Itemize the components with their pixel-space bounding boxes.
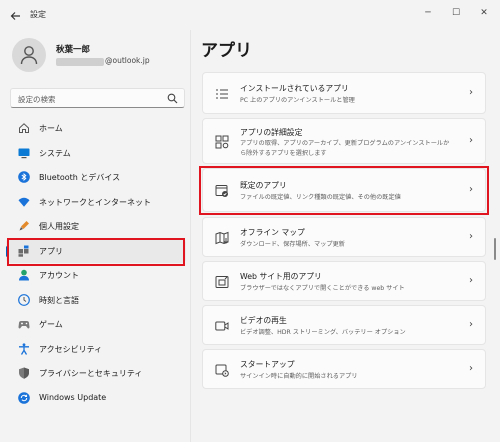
sidebar-item-accessibility[interactable]: アクセシビリティ — [6, 337, 186, 362]
card-title: ビデオの再生 — [240, 316, 287, 325]
search-box[interactable]: 設定の検索 — [10, 88, 185, 108]
close-button[interactable]: ✕ — [471, 4, 497, 22]
sidebar-item-personalization[interactable]: 個人用設定 — [6, 214, 186, 239]
sidebar-item-windows-update[interactable]: Windows Update — [6, 386, 186, 411]
search-input[interactable]: 設定の検索 — [18, 94, 56, 105]
card-subtitle: サインイン時に自動的に開始されるアプリ — [240, 373, 358, 380]
bluetooth-icon — [18, 171, 30, 183]
sidebar-item-network[interactable]: ネットワークとインターネット — [6, 190, 186, 215]
home-icon — [19, 123, 29, 133]
card-title: Web サイト用のアプリ — [240, 272, 322, 281]
chevron-right-icon: › — [469, 275, 473, 286]
highlight-frame-default-apps — [199, 166, 489, 215]
card-web-apps[interactable]: Web サイト用のアプリ ブラウザーではなくアプリで開くことができる web サ… — [202, 261, 486, 301]
window-title: 設定 — [30, 10, 46, 19]
chevron-right-icon: › — [469, 231, 473, 242]
card-subtitle: ビデオ調整、HDR ストリーミング、バッテリー オプション — [240, 329, 406, 336]
chevron-right-icon: › — [469, 135, 473, 146]
card-subtitle: ダウンロード、保存場所、マップ更新 — [240, 241, 345, 248]
card-title: アプリの詳細設定 — [240, 128, 303, 137]
personalization-icon — [19, 221, 29, 231]
sidebar-item-label: プライバシーとセキュリティ — [39, 369, 143, 378]
card-startup[interactable]: スタートアップ サインイン時に自動的に開始されるアプリ › — [202, 349, 486, 389]
sidebar-item-label: Bluetooth とデバイス — [39, 173, 121, 182]
startup-icon — [215, 364, 229, 377]
avatar — [12, 38, 46, 72]
chevron-right-icon: › — [469, 87, 473, 98]
back-arrow-icon[interactable] — [10, 10, 22, 22]
gaming-icon — [18, 321, 30, 329]
web-apps-icon — [215, 276, 229, 288]
privacy-icon — [19, 367, 29, 379]
card-subtitle: アプリの取得、アプリのアーカイブ、更新プログラムのアンインストールから除外するア… — [240, 140, 450, 157]
card-advanced-apps[interactable]: アプリの詳細設定 アプリの取得、アプリのアーカイブ、更新プログラムのアンインスト… — [202, 118, 486, 164]
time-language-icon — [18, 293, 30, 306]
card-offline-maps[interactable]: オフライン マップ ダウンロード、保存場所、マップ更新 › — [202, 217, 486, 257]
sidebar-item-label: アクセシビリティ — [39, 344, 103, 354]
scrollbar[interactable] — [494, 238, 496, 260]
video-playback-icon — [215, 321, 229, 331]
minimize-button[interactable]: ─ — [415, 4, 441, 22]
sidebar-item-label: アカウント — [39, 271, 79, 280]
user-icon — [20, 46, 38, 65]
highlight-frame-apps — [7, 238, 185, 266]
sidebar-item-label: システム — [39, 148, 71, 158]
windows-update-icon — [18, 391, 30, 404]
card-video-playback[interactable]: ビデオの再生 ビデオ調整、HDR ストリーミング、バッテリー オプション › — [202, 305, 486, 345]
sidebar-item-system[interactable]: システム — [6, 141, 186, 166]
sidebar-item-time-language[interactable]: 時刻と言語 — [6, 288, 186, 313]
search-icon[interactable] — [167, 93, 178, 104]
installed-apps-icon — [216, 89, 228, 99]
sidebar-item-label: Windows Update — [39, 392, 107, 402]
page-title: アプリ — [201, 41, 252, 61]
network-icon — [18, 197, 30, 207]
sidebar-item-label: 時刻と言語 — [39, 295, 79, 305]
accounts-icon — [19, 269, 29, 281]
card-subtitle: ブラウザーではなくアプリで開くことができる web サイト — [240, 285, 405, 292]
card-subtitle: PC 上のアプリのアンインストールと管理 — [240, 97, 355, 104]
sidebar-item-label: ゲーム — [39, 320, 63, 329]
pane-divider — [190, 30, 191, 442]
system-icon — [18, 148, 30, 158]
sidebar-item-bluetooth[interactable]: Bluetooth とデバイス — [6, 165, 186, 190]
user-email: @outlook.jp — [105, 56, 150, 65]
accessibility-icon — [19, 342, 29, 355]
email-redaction — [56, 58, 104, 66]
card-title: インストールされているアプリ — [240, 84, 349, 93]
card-title: オフライン マップ — [240, 228, 305, 237]
sidebar-item-label: 個人用設定 — [39, 222, 79, 231]
chevron-right-icon: › — [469, 363, 473, 374]
title-bar: 設定 ─ ☐ ✕ — [0, 0, 500, 28]
user-profile[interactable]: 秋葉一郎 @outlook.jp — [12, 38, 182, 74]
advanced-apps-icon — [215, 135, 229, 149]
sidebar-item-home[interactable]: ホーム — [6, 116, 186, 141]
sidebar-item-gaming[interactable]: ゲーム — [6, 312, 186, 337]
chevron-right-icon: › — [469, 319, 473, 330]
sidebar-item-label: ネットワークとインターネット — [39, 197, 151, 207]
sidebar-item-privacy[interactable]: プライバシーとセキュリティ — [6, 361, 186, 386]
sidebar-item-accounts[interactable]: アカウント — [6, 263, 186, 288]
card-installed-apps[interactable]: インストールされているアプリ PC 上のアプリのアンインストールと管理 › — [202, 72, 486, 114]
maximize-button[interactable]: ☐ — [443, 4, 469, 22]
user-name: 秋葉一郎 — [56, 45, 91, 55]
offline-maps-icon — [215, 231, 229, 245]
card-title: スタートアップ — [240, 360, 295, 369]
sidebar-item-label: ホーム — [39, 124, 63, 133]
